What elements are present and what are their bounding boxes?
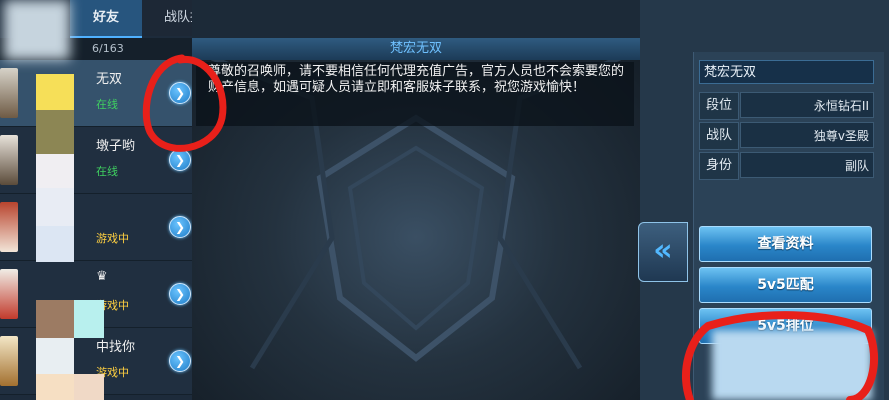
match-5v5-button[interactable]: 5v5匹配 bbox=[699, 267, 872, 303]
friend-row[interactable]: 游戏中 ❯ bbox=[0, 194, 192, 261]
friend-name: ♛ bbox=[96, 269, 108, 284]
team-value: 独尊v圣殿 bbox=[740, 122, 874, 148]
role-label: 身份 bbox=[699, 152, 739, 180]
friend-avatar bbox=[0, 135, 18, 185]
chevron-right-icon[interactable]: ❯ bbox=[169, 216, 191, 238]
friend-status: 在线 bbox=[96, 98, 118, 111]
rank-value: 永恒钻石II bbox=[740, 92, 874, 118]
friend-status: 游戏中 bbox=[96, 232, 129, 245]
friend-name: 墩子哟 bbox=[96, 139, 136, 154]
team-label: 战队 bbox=[699, 122, 739, 150]
friend-row[interactable]: 无双 在线 ❯ bbox=[0, 60, 192, 127]
chevron-right-icon[interactable]: ❯ bbox=[169, 82, 191, 104]
view-profile-button[interactable]: 查看资料 bbox=[699, 226, 872, 262]
friend-avatar bbox=[0, 202, 18, 252]
friend-count: 6/163 bbox=[92, 42, 124, 55]
chat-title: 梵宏无双 bbox=[192, 38, 640, 60]
friend-row[interactable]: 墩子哟 在线 ❯ bbox=[0, 127, 192, 194]
friend-name: 无双 bbox=[96, 72, 123, 87]
friend-avatar bbox=[0, 269, 18, 319]
tab-team-recruit[interactable]: 战队招募 bbox=[142, 0, 192, 36]
collapse-panel-button[interactable]: « bbox=[638, 222, 688, 282]
friend-name: 中找你 bbox=[96, 340, 136, 355]
chevron-right-icon[interactable]: ❯ bbox=[169, 283, 191, 305]
chevron-right-icon[interactable]: ❯ bbox=[169, 149, 191, 171]
system-notice: 尊敬的召唤师，请不要相信任何代理充值广告，官方人员也不会索要您的财产信息，如遇可… bbox=[196, 62, 634, 126]
profile-name: 梵宏无双 bbox=[699, 60, 874, 84]
role-value: 副队 bbox=[740, 152, 874, 178]
friend-avatar bbox=[0, 336, 18, 386]
tab-friends[interactable]: 好友 bbox=[70, 0, 142, 38]
friend-list-panel: 好友 战队招募 6/163 无双 在线 ❯ 墩子哟 在线 ❯ 游戏中 ❯ ♛ 游… bbox=[0, 0, 192, 400]
privacy-blur-overlay bbox=[712, 330, 872, 400]
chevron-right-icon[interactable]: ❯ bbox=[169, 350, 191, 372]
friend-status: 在线 bbox=[96, 165, 118, 178]
friend-avatar bbox=[0, 68, 18, 118]
rank-label: 段位 bbox=[699, 92, 739, 120]
